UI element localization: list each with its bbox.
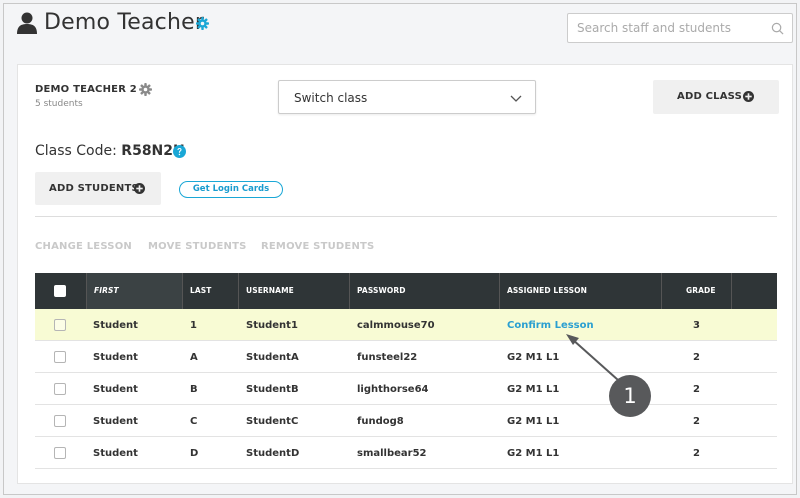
select-all-column	[35, 273, 87, 309]
column-username[interactable]: USERNAME	[239, 273, 350, 309]
cell-first: Student	[93, 384, 138, 395]
class-settings-gear-icon[interactable]	[139, 83, 152, 96]
remove-students-action[interactable]: REMOVE STUDENTS	[261, 241, 374, 252]
search-icon[interactable]	[771, 22, 784, 35]
teacher-name: Demo Teacher	[44, 10, 205, 35]
table-row[interactable]: Student D StudentD smallbear52 G2 M1 L1 …	[35, 437, 777, 469]
switch-class-dropdown[interactable]: Switch class	[278, 80, 536, 114]
cell-assigned-lesson: G2 M1 L1	[507, 448, 560, 459]
cell-grade: 2	[693, 384, 700, 395]
plus-circle-icon	[134, 183, 145, 194]
class-name: DEMO TEACHER 2	[35, 84, 137, 95]
search-input[interactable]	[568, 14, 758, 42]
row-checkbox[interactable]	[54, 447, 66, 459]
row-checkbox[interactable]	[54, 351, 66, 363]
cell-password: calmmouse70	[357, 320, 435, 331]
get-login-cards-button[interactable]: Get Login Cards	[179, 181, 283, 198]
table-row[interactable]: Student C StudentC fundog8 G2 M1 L1 2	[35, 405, 777, 437]
change-lesson-action[interactable]: CHANGE LESSON	[35, 241, 132, 252]
cell-password: smallbear52	[357, 448, 427, 459]
cell-last: D	[190, 448, 199, 459]
cell-username: StudentB	[246, 384, 299, 395]
cell-first: Student	[93, 320, 138, 331]
students-table: FIRST LAST USERNAME PASSWORD ASSIGNED LE…	[35, 273, 777, 469]
cell-username: StudentA	[246, 352, 299, 363]
class-card: DEMO TEACHER 2 5 students Switch class A…	[17, 64, 793, 484]
divider	[35, 216, 777, 217]
column-assigned-lesson[interactable]: ASSIGNED LESSON	[500, 273, 662, 309]
search-box[interactable]	[567, 13, 793, 43]
add-students-button[interactable]: ADD STUDENTS	[35, 172, 161, 205]
cell-username: Student1	[246, 320, 298, 331]
column-first[interactable]: FIRST	[87, 273, 183, 309]
table-header: FIRST LAST USERNAME PASSWORD ASSIGNED LE…	[35, 273, 777, 309]
cell-grade: 2	[693, 416, 700, 427]
cell-grade: 3	[693, 320, 700, 331]
cell-assigned-lesson: G2 M1 L1	[507, 416, 560, 427]
cell-password: lighthorse64	[357, 384, 429, 395]
column-grade[interactable]: GRADE	[662, 273, 732, 309]
cell-last: B	[190, 384, 198, 395]
column-password[interactable]: PASSWORD	[350, 273, 500, 309]
cell-last: A	[190, 352, 198, 363]
select-all-checkbox[interactable]	[54, 285, 66, 297]
row-checkbox[interactable]	[54, 415, 66, 427]
table-row[interactable]: Student 1 Student1 calmmouse70 Confirm L…	[35, 309, 777, 341]
cell-first: Student	[93, 448, 138, 459]
switch-class-label: Switch class	[294, 91, 368, 105]
cell-username: StudentD	[246, 448, 300, 459]
cell-grade: 2	[693, 352, 700, 363]
user-icon	[17, 12, 37, 34]
cell-first: Student	[93, 416, 138, 427]
cell-last: 1	[190, 320, 197, 331]
row-checkbox[interactable]	[54, 383, 66, 395]
class-code: Class Code: R58N2H	[35, 143, 185, 159]
cell-assigned-lesson: G2 M1 L1	[507, 384, 560, 395]
column-extra	[732, 273, 777, 309]
plus-circle-icon	[743, 91, 754, 102]
move-students-action[interactable]: MOVE STUDENTS	[148, 241, 247, 252]
cell-assigned-lesson: G2 M1 L1	[507, 352, 560, 363]
cell-last: C	[190, 416, 198, 427]
class-code-label: Class Code:	[35, 143, 117, 159]
page-header: Demo Teacher	[4, 4, 796, 52]
student-count: 5 students	[35, 99, 83, 109]
cell-password: fundog8	[357, 416, 404, 427]
add-class-button[interactable]: ADD CLASS	[653, 80, 779, 114]
gear-icon[interactable]	[196, 17, 209, 30]
add-class-label: ADD CLASS	[677, 91, 743, 102]
add-students-label: ADD STUDENTS	[49, 183, 139, 194]
column-last[interactable]: LAST	[183, 273, 239, 309]
cell-username: StudentC	[246, 416, 299, 427]
table-row[interactable]: Student B StudentB lighthorse64 G2 M1 L1…	[35, 373, 777, 405]
cell-password: funsteel22	[357, 352, 418, 363]
app-frame: Demo Teacher DEMO TEACHER 2 5 students	[3, 3, 797, 495]
table-row[interactable]: Student A StudentA funsteel22 G2 M1 L1 2	[35, 341, 777, 373]
callout-badge: 1	[609, 375, 651, 417]
confirm-lesson-link[interactable]: Confirm Lesson	[507, 320, 594, 331]
cell-first: Student	[93, 352, 138, 363]
question-circle-icon[interactable]	[173, 145, 186, 158]
row-checkbox[interactable]	[54, 319, 66, 331]
cell-grade: 2	[693, 448, 700, 459]
chevron-down-icon	[510, 95, 522, 102]
